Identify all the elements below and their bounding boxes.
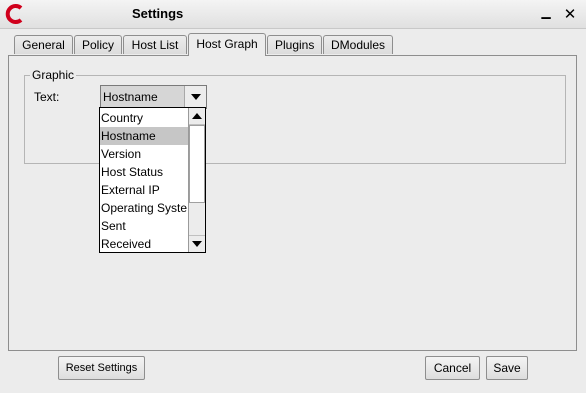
text-combobox[interactable]: Hostname: [100, 85, 207, 109]
combo-value: Hostname: [103, 90, 158, 104]
reset-settings-button[interactable]: Reset Settings: [58, 356, 145, 380]
app-logo-icon: [5, 4, 23, 24]
dropdown-scrollbar[interactable]: [188, 108, 205, 252]
list-item[interactable]: Operating Syste: [100, 199, 188, 217]
save-button[interactable]: Save: [486, 356, 528, 380]
scroll-down-icon[interactable]: [189, 235, 205, 252]
title-bar: Settings ▁ ✕: [0, 0, 586, 29]
list-item[interactable]: Country: [100, 109, 188, 127]
tab-general[interactable]: General: [14, 35, 73, 54]
text-dropdown-list[interactable]: Country Hostname Version Host Status Ext…: [99, 107, 206, 253]
chevron-down-icon[interactable]: [184, 86, 206, 108]
list-item[interactable]: Version: [100, 145, 188, 163]
tab-content-panel: Graphic Text: Hostname: [8, 55, 577, 351]
tab-policy[interactable]: Policy: [74, 35, 122, 54]
list-item[interactable]: Hostname: [100, 127, 188, 145]
scroll-thumb[interactable]: [189, 125, 205, 203]
tab-host-graph[interactable]: Host Graph: [188, 33, 266, 56]
tab-host-list[interactable]: Host List: [123, 35, 187, 54]
list-item[interactable]: Received: [100, 235, 188, 253]
tab-plugins[interactable]: Plugins: [267, 35, 322, 54]
list-item[interactable]: External IP: [100, 181, 188, 199]
minimize-icon[interactable]: ▁: [538, 5, 554, 23]
list-item[interactable]: Host Status: [100, 163, 188, 181]
group-legend: Graphic: [30, 68, 77, 82]
scroll-up-icon[interactable]: [189, 108, 205, 125]
tab-dmodules[interactable]: DModules: [323, 35, 393, 54]
list-item[interactable]: Sent: [100, 217, 188, 235]
text-label: Text:: [34, 90, 60, 104]
cancel-button[interactable]: Cancel: [425, 356, 480, 380]
window-title: Settings: [132, 6, 184, 21]
close-icon[interactable]: ✕: [562, 5, 578, 23]
